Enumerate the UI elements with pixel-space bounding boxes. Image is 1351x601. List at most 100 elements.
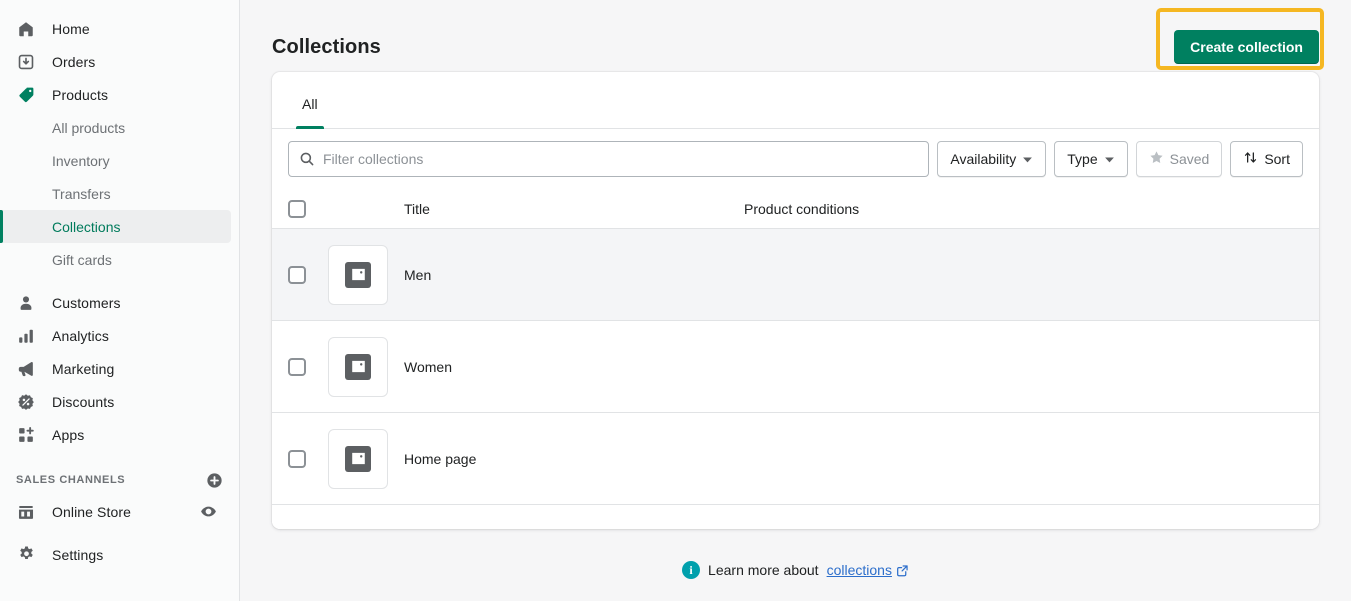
sales-channels-section-header: SALES CHANNELS <box>0 465 239 495</box>
table-header-row: Title Product conditions <box>272 189 1319 229</box>
card-footer-strip <box>272 505 1319 529</box>
learn-more-footer: i Learn more about collections <box>240 561 1351 579</box>
collection-thumbnail <box>328 336 388 397</box>
sidebar-item-settings[interactable]: Settings <box>0 538 231 571</box>
collection-title: Women <box>404 358 452 375</box>
header-actions: Create collection <box>1156 8 1325 70</box>
saved-label: Saved <box>1169 151 1210 167</box>
sidebar-item-collections[interactable]: Collections <box>0 210 231 243</box>
table-row[interactable]: Men <box>272 229 1319 321</box>
main-content: Collections Create collection All Filter… <box>240 0 1351 601</box>
chevron-down-icon <box>1104 154 1115 165</box>
sidebar-item-apps[interactable]: Apps <box>0 418 231 451</box>
sidebar-item-orders[interactable]: Orders <box>0 45 231 78</box>
saved-searches-button[interactable]: Saved <box>1135 141 1223 177</box>
analytics-bar-icon <box>16 326 36 346</box>
collection-title: Home page <box>404 450 477 467</box>
page-header: Collections Create collection <box>240 0 1351 72</box>
learn-more-text: Learn more about <box>708 562 819 578</box>
sidebar-item-label: Inventory <box>52 152 110 169</box>
sidebar-item-label: Marketing <box>52 360 115 377</box>
customer-icon <box>16 293 36 313</box>
table-row[interactable]: Home page <box>272 413 1319 505</box>
sidebar-item-label: Discounts <box>52 393 115 410</box>
sidebar-item-analytics[interactable]: Analytics <box>0 319 231 352</box>
sidebar-item-label: Home <box>52 20 90 37</box>
sort-label: Sort <box>1264 151 1290 167</box>
row-checkbox[interactable] <box>288 449 306 468</box>
sidebar-item-label: All products <box>52 119 126 136</box>
collections-card: All Availability Type <box>272 72 1319 529</box>
sidebar-item-online-store[interactable]: Online Store <box>0 495 231 528</box>
filter-bar: Availability Type Saved <box>272 129 1319 189</box>
row-select-cell <box>288 449 328 468</box>
row-checkbox[interactable] <box>288 357 306 376</box>
page-title: Collections <box>272 35 381 58</box>
row-select-cell <box>288 357 328 376</box>
megaphone-icon <box>16 359 36 379</box>
sort-arrows-icon <box>1243 150 1258 168</box>
products-tag-icon <box>16 85 36 105</box>
home-icon <box>16 19 36 39</box>
eye-icon[interactable] <box>200 503 217 520</box>
sales-channels-label: SALES CHANNELS <box>16 474 126 486</box>
column-header-conditions: Product conditions <box>744 200 860 217</box>
image-placeholder-icon <box>345 261 371 288</box>
plus-circle-icon[interactable] <box>206 472 223 489</box>
create-collection-button[interactable]: Create collection <box>1174 30 1319 64</box>
tab-label: All <box>302 96 318 112</box>
sidebar-item-all-products[interactable]: All products <box>0 111 239 144</box>
sidebar-item-label: Gift cards <box>52 251 112 268</box>
collections-link-label: collections <box>826 562 892 578</box>
select-all-checkbox[interactable] <box>288 199 306 218</box>
row-thumb-cell <box>328 336 404 397</box>
sidebar-item-home[interactable]: Home <box>0 12 231 45</box>
gear-icon <box>16 545 36 565</box>
sidebar: Home Orders Products All products Invent… <box>0 0 240 601</box>
sidebar-item-label: Customers <box>52 294 121 311</box>
sidebar-item-customers[interactable]: Customers <box>0 286 231 319</box>
chevron-down-icon <box>1022 154 1033 165</box>
availability-filter-button[interactable]: Availability <box>937 141 1047 177</box>
tab-all[interactable]: All <box>288 96 332 129</box>
row-select-cell <box>288 265 328 284</box>
sidebar-item-transfers[interactable]: Transfers <box>0 177 239 210</box>
select-all-cell <box>288 199 328 218</box>
star-icon <box>1149 150 1164 168</box>
collection-title: Men <box>404 266 432 283</box>
info-icon: i <box>682 561 701 579</box>
row-checkbox[interactable] <box>288 265 306 284</box>
row-thumb-cell <box>328 244 404 305</box>
image-placeholder-icon <box>345 445 371 472</box>
collection-thumbnail <box>328 428 388 489</box>
availability-label: Availability <box>950 151 1017 167</box>
collection-thumbnail <box>328 244 388 305</box>
discount-icon <box>16 392 36 412</box>
row-thumb-cell <box>328 428 404 489</box>
external-link-icon <box>896 564 909 577</box>
sidebar-item-label: Settings <box>52 546 104 563</box>
type-label: Type <box>1067 151 1098 167</box>
sidebar-item-label: Transfers <box>52 185 111 202</box>
sidebar-item-label: Collections <box>52 218 121 235</box>
sidebar-item-gift-cards[interactable]: Gift cards <box>0 243 239 276</box>
sidebar-item-label: Products <box>52 86 109 103</box>
sidebar-item-label: Analytics <box>52 327 109 344</box>
image-placeholder-icon <box>345 353 371 380</box>
sidebar-item-inventory[interactable]: Inventory <box>0 144 239 177</box>
type-filter-button[interactable]: Type <box>1054 141 1128 177</box>
sort-button[interactable]: Sort <box>1230 141 1303 177</box>
search-input[interactable] <box>323 151 919 167</box>
column-header-title: Title <box>404 200 430 217</box>
search-icon <box>299 151 315 167</box>
orders-icon <box>16 52 36 72</box>
table-row[interactable]: Women <box>272 321 1319 413</box>
sidebar-item-marketing[interactable]: Marketing <box>0 352 231 385</box>
sidebar-item-discounts[interactable]: Discounts <box>0 385 231 418</box>
sidebar-item-products[interactable]: Products <box>0 78 231 111</box>
apps-icon <box>16 425 36 445</box>
collections-help-link[interactable]: collections <box>827 562 909 578</box>
search-field-wrapper[interactable] <box>288 141 930 177</box>
